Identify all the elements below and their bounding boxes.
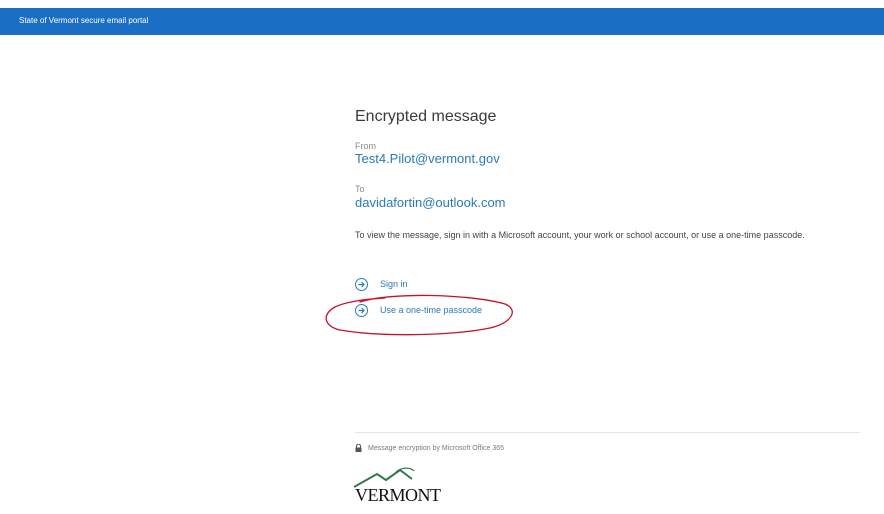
- from-label: From: [355, 141, 376, 151]
- portal-title: State of Vermont secure email portal: [19, 16, 149, 25]
- sign-in-label: Sign in: [380, 279, 408, 289]
- vermont-wordmark: VERMONT: [355, 485, 441, 505]
- arrow-right-circle-icon: [355, 277, 368, 291]
- encryption-note: Message encryption by Microsoft Office 3…: [355, 444, 504, 452]
- encryption-note-text: Message encryption by Microsoft Office 3…: [368, 444, 505, 452]
- to-label: To: [355, 184, 365, 194]
- from-address: Test4.Pilot@vermont.gov: [355, 151, 500, 166]
- instructions-text: To view the message, sign in with a Micr…: [355, 230, 805, 240]
- red-circle-annotation: [325, 294, 513, 336]
- vermont-logo: VERMONT: [352, 466, 462, 514]
- page-title: Encrypted message: [355, 108, 497, 125]
- header-bar: State of Vermont secure email portal: [0, 8, 884, 35]
- lock-icon: [355, 444, 362, 452]
- to-address: davidafortin@outlook.com: [355, 195, 506, 210]
- footer-divider: [355, 432, 860, 433]
